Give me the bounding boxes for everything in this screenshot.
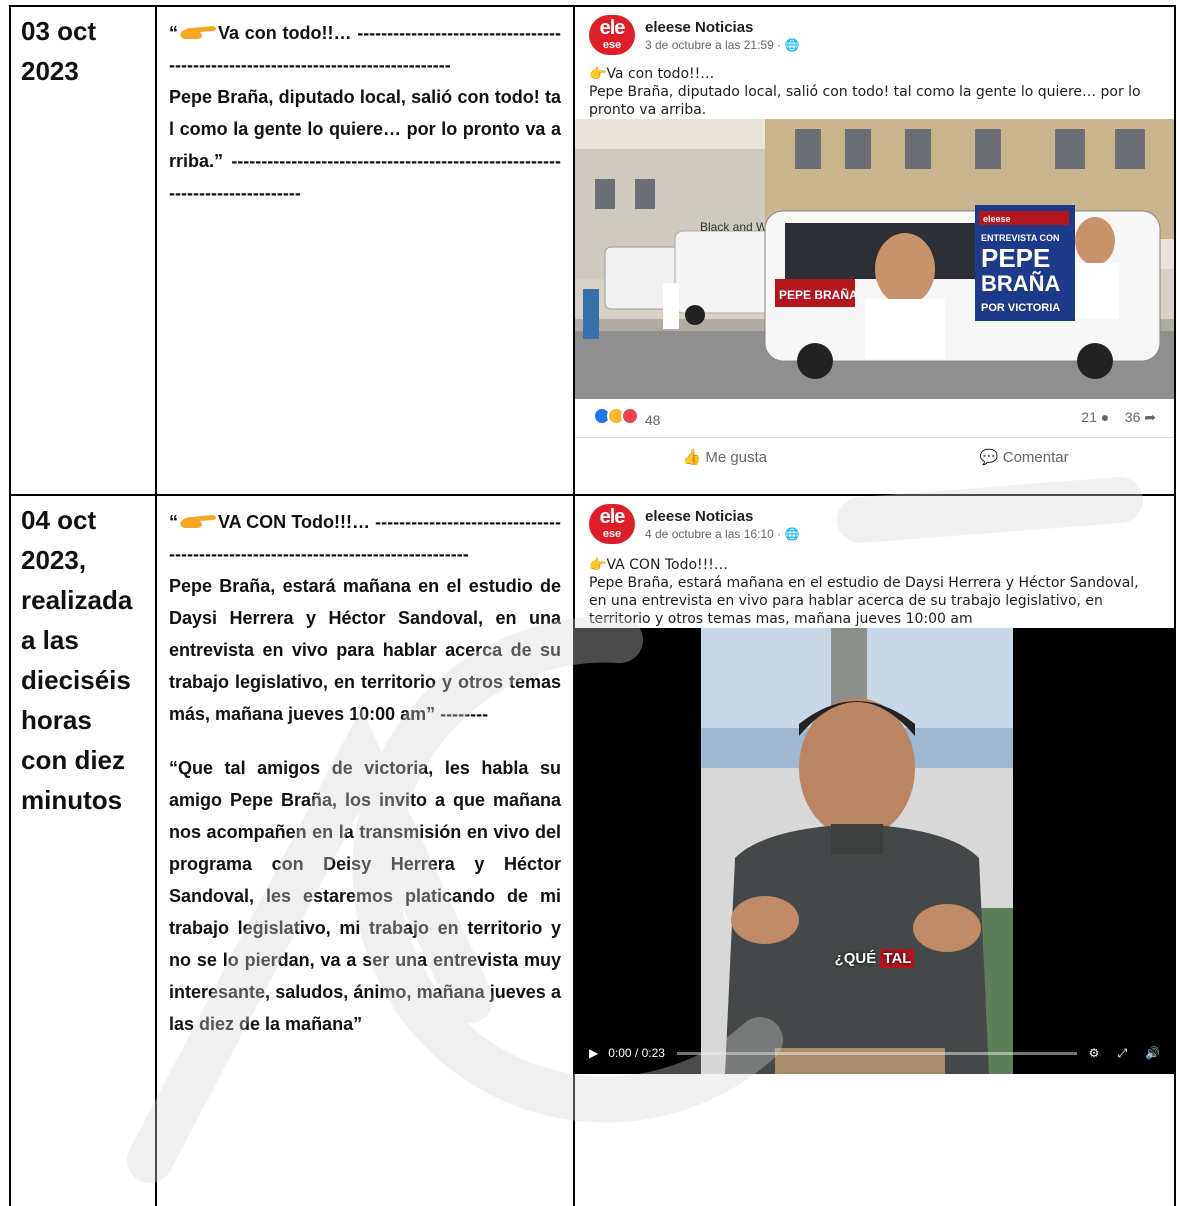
volume-icon[interactable]: 🔊 bbox=[1145, 1046, 1160, 1060]
globe-icon: 🌐 bbox=[784, 526, 800, 541]
post-photo[interactable]: Black and White eleese ENTREVISTA CON PE… bbox=[575, 119, 1174, 399]
reactions-count: 48 bbox=[644, 412, 661, 428]
post-title: Va con todo!!… -------------------------… bbox=[169, 23, 561, 75]
comment-icon: 💬 bbox=[979, 449, 999, 466]
screenshot-cell: ele ese eleese Noticias 3 de octubre a la… bbox=[573, 5, 1176, 496]
like-label: Me gusta bbox=[705, 449, 768, 466]
reaction-icons bbox=[593, 407, 639, 425]
post-line-1: 👉VA CON Todo!!!… bbox=[589, 556, 1160, 574]
facebook-post: ele ese eleese Noticias 3 de octubre a la… bbox=[575, 7, 1174, 494]
post-header: ele ese eleese Noticias 4 de octubre a la… bbox=[589, 504, 799, 544]
page-avatar: ele ese bbox=[589, 504, 635, 544]
transcript-cell: “Va con todo!!… ------------------------… bbox=[155, 5, 575, 496]
like-button[interactable]: 👍 Me gusta bbox=[575, 448, 875, 466]
evidence-table: 03 oct 2023 “Va con todo!!… ------------… bbox=[9, 5, 1176, 1206]
video-transcript: “Que tal amigos de victoria, les habla s… bbox=[169, 758, 561, 1034]
video-controls: ▶ 0:00 / 0:23 ⚙ ⤢ 🔊 bbox=[575, 1032, 1174, 1074]
reactions-summary[interactable]: 48 bbox=[593, 407, 660, 428]
comment-bubble-icon: ● bbox=[1100, 409, 1110, 425]
banner-brand: eleese bbox=[983, 214, 1011, 224]
love-reaction-icon bbox=[621, 407, 639, 425]
video-scrubber[interactable] bbox=[676, 1051, 1077, 1055]
video-caption: ¿QUÉ TAL bbox=[834, 949, 915, 968]
post-text: 👉Va con todo!!… Pepe Braña, diputado loc… bbox=[589, 65, 1160, 119]
banner-small: POR VICTORIA bbox=[981, 302, 1060, 314]
table-row: 03 oct 2023 “Va con todo!!… ------------… bbox=[9, 5, 1176, 496]
comment-label: Comentar bbox=[1002, 449, 1069, 466]
banner-name-1: PEPE bbox=[981, 243, 1050, 273]
video-frame-illustration bbox=[575, 628, 1174, 1074]
gear-icon[interactable]: ⚙ bbox=[1089, 1046, 1100, 1060]
page-avatar: ele ese bbox=[589, 15, 635, 55]
engagement-counts: 21 ● 36 ➦ bbox=[1081, 409, 1156, 426]
post-body-text: Pepe Braña, estará mañana en el estudio … bbox=[169, 576, 561, 724]
post-line-1: 👉Va con todo!!… bbox=[589, 65, 1160, 83]
post-header: ele ese eleese Noticias 3 de octubre a la… bbox=[589, 15, 799, 55]
post-actions: 👍 Me gusta 💬 Comentar bbox=[575, 437, 1174, 466]
table-row: 04 oct 2023, realizada a las dieciséis h… bbox=[9, 494, 1176, 1206]
caption-word-2: TAL bbox=[880, 949, 915, 968]
logo-top: ele bbox=[599, 506, 626, 528]
banner-name-2: BRAÑA bbox=[981, 271, 1061, 296]
fullscreen-icon[interactable]: ⤢ bbox=[1117, 1046, 1127, 1061]
quote-open: “ bbox=[169, 23, 178, 43]
post-title-text: “Va con todo!!… ------------------------… bbox=[169, 17, 561, 81]
globe-icon: 🌐 bbox=[784, 37, 800, 52]
video-time: 0:00 / 0:23 bbox=[608, 1046, 665, 1060]
video-player[interactable]: ¿QUÉ TAL ▶ 0:00 / 0:23 ⚙ ⤢ 🔊 bbox=[575, 628, 1174, 1074]
facebook-post: ele ese eleese Noticias 4 de octubre a la… bbox=[575, 496, 1174, 1206]
share-arrow-icon: ➦ bbox=[1144, 409, 1156, 425]
logo-bottom: ese bbox=[602, 39, 622, 51]
pointing-hand-icon bbox=[180, 515, 216, 528]
post-text: 👉VA CON Todo!!!… Pepe Braña, estará maña… bbox=[589, 556, 1160, 628]
pointing-hand-icon bbox=[180, 26, 216, 39]
screenshot-cell: ele ese eleese Noticias 4 de octubre a la… bbox=[573, 494, 1176, 1206]
timestamp-text: 4 de octubre a las 16:10 · bbox=[645, 526, 785, 541]
post-timestamp: 3 de octubre a las 21:59 · 🌐 bbox=[645, 38, 799, 52]
play-icon[interactable]: ▶ bbox=[589, 1046, 598, 1060]
shares-count[interactable]: 36 bbox=[1125, 409, 1141, 425]
comments-count[interactable]: 21 bbox=[1081, 409, 1097, 425]
banner-top: ENTREVISTA CON bbox=[981, 233, 1060, 243]
post-title: VA CON Todo!!!… ------------------------… bbox=[169, 512, 561, 564]
post-line-1-text: Va con todo!!… bbox=[606, 66, 715, 82]
pointing-hand-icon: 👉 bbox=[589, 66, 607, 82]
transcript-cell: “VA CON Todo!!!… -----------------------… bbox=[155, 494, 575, 1206]
post-body-text: Pepe Braña, diputado local, salió con to… bbox=[169, 87, 561, 203]
bus-photo-illustration: Black and White eleese ENTREVISTA CON PE… bbox=[575, 119, 1174, 399]
post-line-2: Pepe Braña, estará mañana en el estudio … bbox=[589, 575, 1139, 627]
post-title-text: “VA CON Todo!!!… -----------------------… bbox=[169, 506, 561, 570]
page-name[interactable]: eleese Noticias bbox=[645, 508, 799, 525]
post-line-1-text: VA CON Todo!!!… bbox=[606, 557, 728, 573]
logo-bottom: ese bbox=[602, 528, 622, 540]
date-cell: 04 oct 2023, realizada a las dieciséis h… bbox=[9, 494, 157, 1206]
pointing-hand-icon: 👉 bbox=[589, 557, 607, 573]
caption-word-1: ¿QUÉ bbox=[834, 950, 877, 967]
quote-open: “ bbox=[169, 512, 178, 532]
post-line-2: Pepe Braña, diputado local, salió con to… bbox=[589, 84, 1141, 118]
page-name[interactable]: eleese Noticias bbox=[645, 19, 799, 36]
like-icon: 👍 bbox=[682, 449, 702, 466]
logo-top: ele bbox=[599, 17, 626, 39]
comment-button[interactable]: 💬 Comentar bbox=[875, 448, 1175, 466]
post-timestamp: 4 de octubre a las 16:10 · 🌐 bbox=[645, 527, 799, 541]
timestamp-text: 3 de octubre a las 21:59 · bbox=[645, 37, 785, 52]
date-cell: 03 oct 2023 bbox=[9, 5, 157, 496]
bus-side-name: PEPE BRAÑA bbox=[779, 287, 858, 302]
reactions-bar: 48 21 ● 36 ➦ bbox=[593, 407, 1156, 428]
